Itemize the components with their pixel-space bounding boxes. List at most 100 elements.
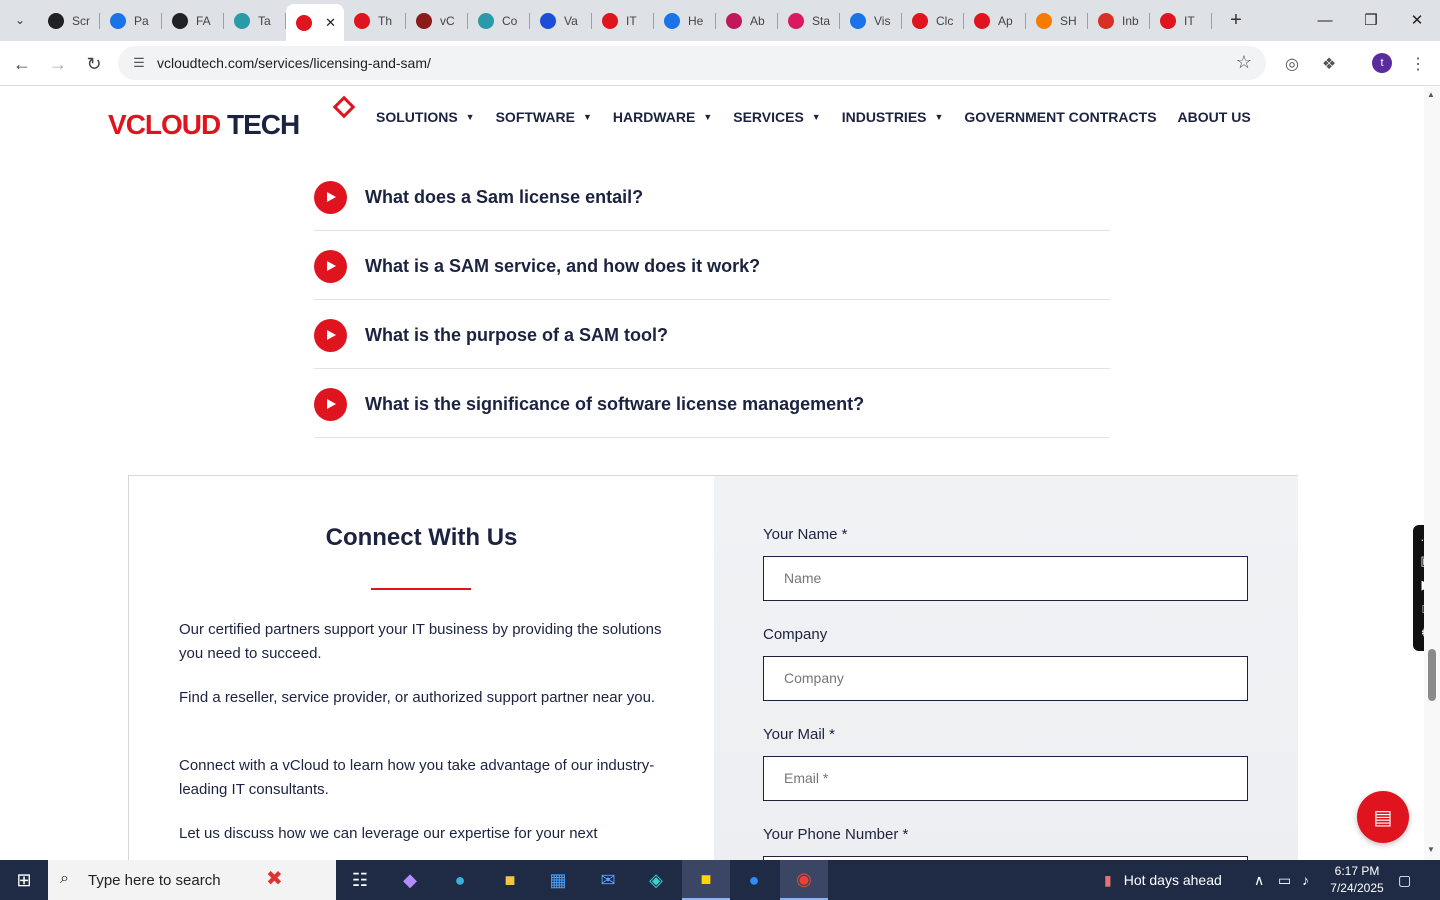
weather-widget[interactable]: ▮ Hot days ahead [1104, 860, 1222, 900]
volume-icon[interactable]: ♪ [1302, 860, 1309, 900]
browser-tab[interactable]: Scr [38, 4, 100, 37]
vcloud-tech-logo[interactable]: VCLOUD TECH [108, 95, 358, 147]
browser-toolbar: ← → ↻ ☰ vcloudtech.com/services/licensin… [0, 41, 1440, 86]
file-explorer-icon[interactable]: ■ [486, 860, 534, 900]
name-field[interactable]: Name [763, 556, 1248, 601]
browser-tab[interactable]: IT [1150, 4, 1212, 37]
chat-icon: ▤ [1373, 806, 1393, 829]
scroll-up-icon[interactable]: ▲ [1427, 90, 1435, 99]
network-icon[interactable]: ▭ [1278, 860, 1291, 900]
vcloud-diamond-icon [974, 12, 990, 29]
browser-tab[interactable]: vC [406, 4, 468, 37]
restore-icon[interactable]: ❒ [1348, 0, 1394, 40]
faq-item[interactable]: What is the significance of software lic… [314, 369, 1110, 438]
taskbar-search[interactable]: ⌕ Type here to search ✖ [48, 860, 336, 900]
faq-question[interactable]: What is the purpose of a SAM tool? [365, 325, 668, 346]
link-icon[interactable]: … [1413, 525, 1424, 549]
browser-tab[interactable]: He [654, 4, 716, 37]
sticky-notes-icon[interactable]: ■ [682, 860, 730, 900]
close-window-icon[interactable]: ✕ [1394, 0, 1440, 40]
browser-tab[interactable]: SH [1026, 4, 1088, 37]
site-info-icon[interactable]: ☰ [130, 54, 148, 72]
store-icon[interactable]: ▦ [534, 860, 582, 900]
browser-tab[interactable]: Va [530, 4, 592, 37]
camera-icon[interactable]: ▣ [1413, 549, 1424, 573]
browser-tab[interactable]: Inb [1088, 4, 1150, 37]
tab-title: Scr [72, 13, 90, 28]
edge-icon[interactable]: ● [436, 860, 484, 900]
scrollbar-thumb[interactable] [1428, 649, 1436, 701]
faq-item[interactable]: What does a Sam license entail? [314, 162, 1110, 231]
bookmark-star-icon[interactable]: ☆ [1236, 52, 1252, 73]
video-icon[interactable]: ▶ [1413, 573, 1425, 597]
address-bar[interactable]: ☰ vcloudtech.com/services/licensing-and-… [118, 46, 1266, 80]
minimize-icon[interactable]: — [1302, 0, 1348, 40]
play-circle-icon [314, 388, 347, 421]
page-scrollbar[interactable]: ▲ ▼ [1424, 87, 1440, 860]
tab-title: SH [1060, 13, 1077, 28]
windows-start-icon[interactable]: ⊞ [0, 860, 48, 900]
browser-tab[interactable]: Ta [224, 4, 286, 37]
nav-item[interactable]: INDUSTRIES ▼ [842, 109, 944, 125]
zoom-icon[interactable]: ● [730, 860, 778, 900]
browser-tab[interactable]: Ap [964, 4, 1026, 37]
browser-tab[interactable]: Th [344, 4, 406, 37]
browser-tab[interactable]: IT [592, 4, 654, 37]
nav-item[interactable]: SOFTWARE ▼ [496, 109, 592, 125]
company-field[interactable]: Company [763, 656, 1248, 701]
browser-tab[interactable]: Sta [778, 4, 840, 37]
tab-title: Sta [812, 13, 831, 28]
browser-tab[interactable]: Vis [840, 4, 902, 37]
back-icon[interactable]: ← [8, 50, 36, 78]
translate-globe-icon[interactable]: ◎ [1279, 51, 1305, 77]
system-clock[interactable]: 6:17 PM 7/24/2025 [1328, 863, 1386, 897]
browser-tab[interactable]: Ab [716, 4, 778, 37]
settings-gear-icon[interactable]: ⚙ [1413, 621, 1424, 645]
company-label: Company [763, 626, 828, 643]
browser-tab[interactable]: Pa [100, 4, 162, 37]
browser-menu-icon[interactable]: ⋮ [1405, 51, 1431, 77]
copilot-icon[interactable]: ◆ [386, 860, 434, 900]
pulse-icon [850, 12, 866, 29]
chat-widget-button[interactable]: ▤ [1357, 791, 1409, 843]
screen-capture-toolbar: … ▣ ▶ □ ⚙ [1413, 525, 1424, 651]
browser-tab[interactable]: ✕ [286, 4, 344, 41]
tab-title: FA [196, 13, 211, 28]
url-text[interactable]: vcloudtech.com/services/licensing-and-sa… [157, 55, 431, 71]
show-hidden-icons[interactable]: ∧ [1254, 860, 1264, 900]
tab-title: IT [1184, 13, 1195, 28]
main-navigation: SOLUTIONS ▼ SOFTWARE ▼ HARDWARE ▼ SERVICES ▼ IND… [376, 109, 1272, 125]
app-diamond-icon[interactable]: ◈ [632, 860, 680, 900]
profile-avatar[interactable]: t [1372, 53, 1392, 73]
email-field[interactable]: Email * [763, 756, 1248, 801]
tab-search-chevron-icon[interactable]: ⌄ [6, 7, 34, 33]
pen-icon [788, 12, 804, 29]
scroll-down-icon[interactable]: ▼ [1427, 845, 1435, 854]
mail-icon[interactable]: ✉ [584, 860, 632, 900]
nav-item[interactable]: ABOUT US [1178, 109, 1251, 125]
nav-item[interactable]: HARDWARE ▼ [613, 109, 712, 125]
faq-question[interactable]: What does a Sam license entail? [365, 187, 643, 208]
faq-question[interactable]: What is a SAM service, and how does it w… [365, 256, 760, 277]
new-tab-button[interactable]: + [1226, 8, 1246, 32]
window-icon[interactable]: □ [1413, 597, 1424, 621]
browser-tab[interactable]: FA [162, 4, 224, 37]
faq-item[interactable]: What is a SAM service, and how does it w… [314, 231, 1110, 300]
forward-icon[interactable]: → [44, 50, 72, 78]
nav-item[interactable]: SERVICES ▼ [733, 109, 820, 125]
reload-icon[interactable]: ↻ [80, 50, 108, 78]
faq-question[interactable]: What is the significance of software lic… [365, 394, 864, 415]
notifications-icon[interactable]: ▢ [1398, 860, 1411, 900]
task-view-icon[interactable]: ☷ [336, 860, 384, 900]
extensions-icon[interactable]: ❖ [1316, 51, 1342, 77]
close-tab-icon[interactable]: ✕ [325, 15, 336, 31]
faq-item[interactable]: What is the purpose of a SAM tool? [314, 300, 1110, 369]
nav-item[interactable]: SOLUTIONS ▼ [376, 109, 475, 125]
browser-tab[interactable]: Co [468, 4, 530, 37]
chrome-icon[interactable]: ◉ [780, 860, 828, 900]
phone-label: Your Phone Number * [763, 826, 909, 843]
logo-diamond-icon [332, 95, 356, 119]
tab-title: Va [564, 13, 578, 28]
nav-item[interactable]: GOVERNMENT CONTRACTS [964, 109, 1156, 125]
browser-tab[interactable]: Clc [902, 4, 964, 37]
